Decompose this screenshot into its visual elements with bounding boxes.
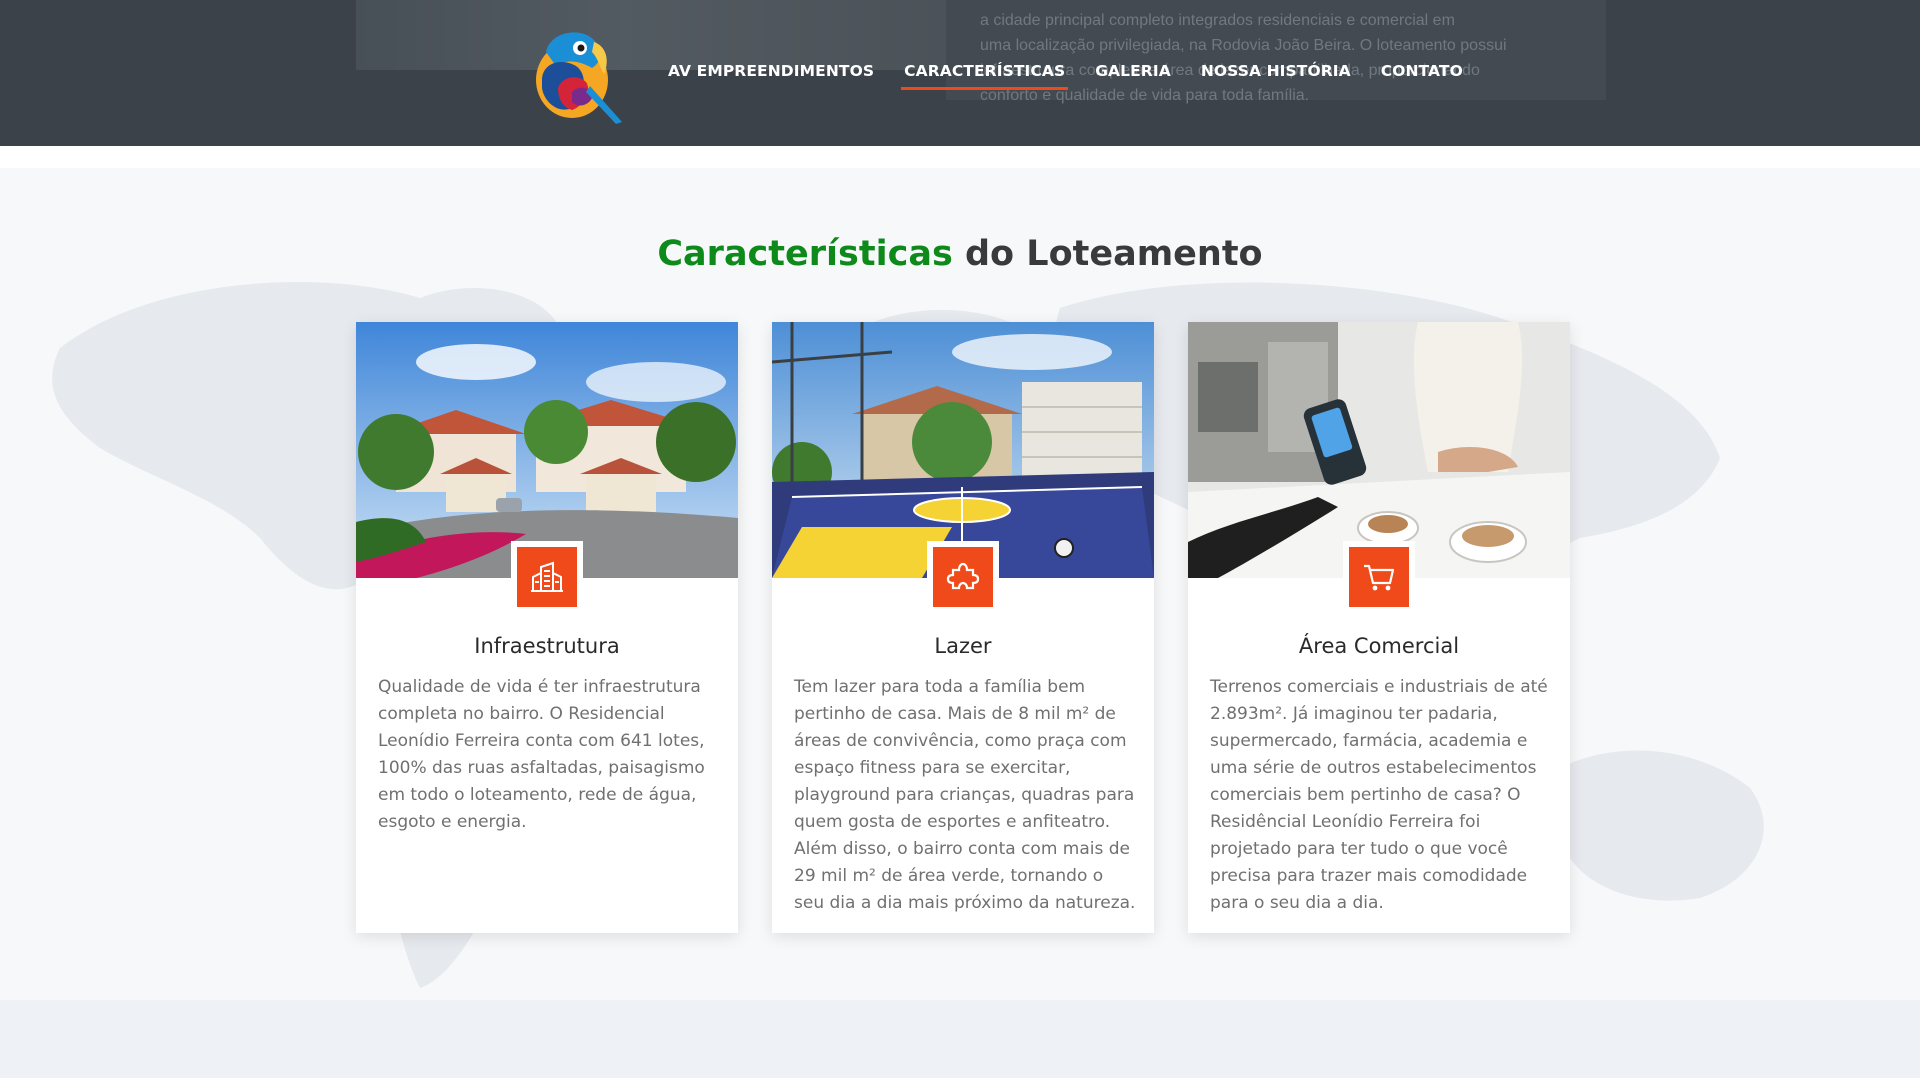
card-photo-payment <box>1188 322 1570 578</box>
toucan-logo[interactable] <box>532 22 628 130</box>
site-header: a cidade principal completo integrados r… <box>0 0 1920 146</box>
nav-item-caracteristicas[interactable]: CARACTERÍSTICAS <box>901 62 1069 90</box>
feature-card-infraestrutura: Infraestrutura Qualidade de vida é ter i… <box>356 322 738 933</box>
card-description: Terrenos comerciais e industriais de até… <box>1210 677 1548 913</box>
card-icon-badge <box>1343 541 1415 613</box>
card-title: Infraestrutura <box>474 634 620 658</box>
main-nav: AV EMPREENDIMENTOS CARACTERÍSTICAS GALER… <box>668 62 1463 90</box>
card-title: Área Comercial <box>1298 634 1460 658</box>
building-icon <box>531 561 563 592</box>
features-section: Características do Loteamento Infraestru… <box>0 168 1920 1000</box>
card-title: Lazer <box>934 634 992 658</box>
header-background-image <box>356 0 946 70</box>
nav-item-nossa-historia[interactable]: NOSSA HISTÓRIA <box>1201 62 1351 90</box>
background-text-line: uma localização privilegiada, na Rodovia… <box>980 37 1507 54</box>
section-title: Características do Loteamento <box>0 234 1920 274</box>
nav-item-contato[interactable]: CONTATO <box>1381 62 1463 90</box>
shopping-cart-icon <box>1364 564 1395 591</box>
nav-item-galeria[interactable]: GALERIA <box>1095 62 1171 90</box>
section-title-rest: do Loteamento <box>952 234 1263 274</box>
next-section-band <box>0 1000 1920 1078</box>
card-photo-condominium <box>356 322 738 578</box>
section-title-highlight: Características <box>657 234 953 274</box>
feature-card-lazer: Lazer Tem lazer para toda a família bem … <box>772 322 1154 933</box>
nav-item-av-empreendimentos[interactable]: AV EMPREENDIMENTOS <box>668 62 874 90</box>
header-divider <box>0 146 1920 168</box>
card-icon-badge <box>511 541 583 613</box>
header-background-text: a cidade principal completo integrados r… <box>980 8 1580 108</box>
feature-card-area-comercial: Área Comercial Terrenos comerciais e ind… <box>1188 322 1570 933</box>
background-text-line: a cidade principal completo integrados r… <box>980 12 1455 29</box>
card-description: Tem lazer para toda a família bem pertin… <box>794 677 1136 913</box>
card-icon-badge <box>927 541 999 613</box>
card-photo-sports-court <box>772 322 1154 578</box>
card-description: Qualidade de vida é ter infraestrutura c… <box>378 677 705 832</box>
puzzle-icon <box>946 562 980 590</box>
